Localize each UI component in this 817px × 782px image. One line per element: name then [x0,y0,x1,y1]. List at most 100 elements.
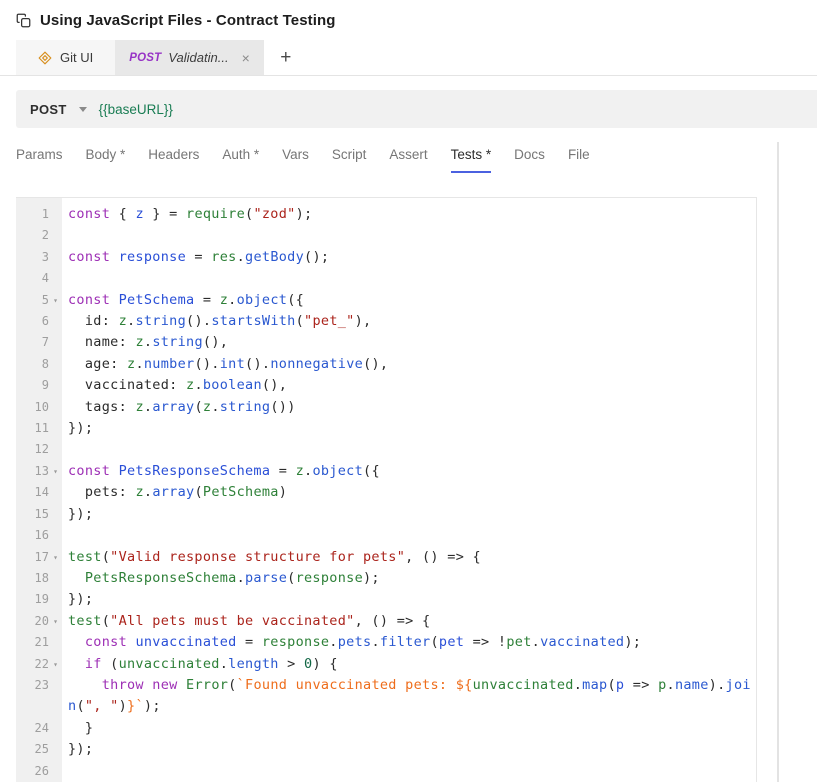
line-number: 8 [16,354,62,375]
tab-request-label: Validatin... [168,50,228,65]
collection-copy-icon [16,13,31,28]
tab-auth[interactable]: Auth * [222,147,259,173]
method-selector[interactable]: POST [30,102,67,117]
tab-collection-label: Git UI [60,50,93,65]
line-number: 11 [16,418,62,439]
code-text[interactable]: }); [62,739,756,760]
code-text[interactable]: throw new Error(`Found unvaccinated pets… [62,675,756,718]
code-line-2: 2 [16,225,756,246]
tab-body[interactable]: Body * [86,147,126,173]
code-text[interactable]: pets: z.array(PetSchema) [62,482,756,503]
line-number: 5▾ [16,290,62,311]
code-line-17: 17▾test("Valid response structure for pe… [16,547,756,568]
code-line-12: 12 [16,439,756,460]
code-text[interactable]: }); [62,504,756,525]
code-line-1: 1const { z } = require("zod"); [16,204,756,225]
line-number: 22▾ [16,654,62,675]
code-text[interactable]: const PetsResponseSchema = z.object({ [62,461,756,482]
code-line-6: 6 id: z.string().startsWith("pet_"), [16,311,756,332]
line-number: 14 [16,482,62,503]
line-number: 24 [16,718,62,739]
line-number: 9 [16,375,62,396]
code-text[interactable]: if (unvaccinated.length > 0) { [62,654,756,675]
tab-params[interactable]: Params [16,147,63,173]
fold-arrow-icon[interactable]: ▾ [49,547,62,568]
code-text[interactable]: const PetSchema = z.object({ [62,290,756,311]
line-number: 19 [16,589,62,610]
new-tab-button[interactable]: + [264,40,308,75]
code-text[interactable]: age: z.number().int().nonnegative(), [62,354,756,375]
fold-arrow-icon[interactable]: ▾ [49,654,62,675]
line-number: 21 [16,632,62,653]
line-number: 26 [16,761,62,782]
line-number: 4 [16,268,62,289]
line-number: 20▾ [16,611,62,632]
code-editor[interactable]: 1const { z } = require("zod");23const re… [16,197,757,782]
code-line-11: 11}); [16,418,756,439]
tab-file[interactable]: File [568,147,590,173]
code-line-19: 19}); [16,589,756,610]
code-line-3: 3const response = res.getBody(); [16,247,756,268]
code-text[interactable]: tags: z.array(z.string()) [62,397,756,418]
pane-splitter-handle[interactable] [777,142,779,782]
code-line-26: 26 [16,761,756,782]
close-tab-icon[interactable]: × [242,51,250,65]
tab-strip: Git UI POST Validatin... × + [0,40,817,76]
chevron-down-icon[interactable] [79,107,87,112]
line-number: 16 [16,525,62,546]
line-number: 25 [16,739,62,760]
code-text[interactable]: id: z.string().startsWith("pet_"), [62,311,756,332]
code-text[interactable] [62,439,756,460]
tab-headers[interactable]: Headers [148,147,199,173]
tab-collection-git-ui[interactable]: Git UI [16,40,115,75]
code-line-23: 23 throw new Error(`Found unvaccinated p… [16,675,756,718]
fold-arrow-icon[interactable]: ▾ [49,290,62,311]
code-line-22: 22▾ if (unvaccinated.length > 0) { [16,654,756,675]
code-text[interactable]: vaccinated: z.boolean(), [62,375,756,396]
code-line-10: 10 tags: z.array(z.string()) [16,397,756,418]
request-section-tabs: Params Body * Headers Auth * Vars Script Asser… [16,147,590,173]
tab-script[interactable]: Script [332,147,367,173]
code-text[interactable]: }); [62,589,756,610]
code-line-18: 18 PetsResponseSchema.parse(response); [16,568,756,589]
page-title: Using JavaScript Files - Contract Testin… [40,12,336,29]
code-text[interactable]: PetsResponseSchema.parse(response); [62,568,756,589]
line-number: 12 [16,439,62,460]
code-text[interactable]: const response = res.getBody(); [62,247,756,268]
code-text[interactable]: test("Valid response structure for pets"… [62,547,756,568]
tab-tests[interactable]: Tests * [451,147,492,173]
line-number: 17▾ [16,547,62,568]
code-line-8: 8 age: z.number().int().nonnegative(), [16,354,756,375]
fold-arrow-icon[interactable]: ▾ [49,461,62,482]
gem-icon [38,51,52,65]
code-line-24: 24 } [16,718,756,739]
line-number: 23 [16,675,62,718]
code-line-14: 14 pets: z.array(PetSchema) [16,482,756,503]
code-line-9: 9 vaccinated: z.boolean(), [16,375,756,396]
tab-vars[interactable]: Vars [282,147,309,173]
code-text[interactable]: } [62,718,756,739]
code-text[interactable]: }); [62,418,756,439]
code-text[interactable]: const { z } = require("zod"); [62,204,756,225]
line-number: 7 [16,332,62,353]
code-line-16: 16 [16,525,756,546]
code-text[interactable] [62,225,756,246]
code-text[interactable]: const unvaccinated = response.pets.filte… [62,632,756,653]
line-number: 18 [16,568,62,589]
code-line-4: 4 [16,268,756,289]
url-input[interactable]: {{baseURL}} [99,102,173,117]
code-text[interactable] [62,761,756,782]
code-lines: 1const { z } = require("zod");23const re… [16,198,756,782]
fold-arrow-icon[interactable]: ▾ [49,611,62,632]
tab-request-validating[interactable]: POST Validatin... × [115,40,264,75]
line-number: 6 [16,311,62,332]
code-text[interactable] [62,525,756,546]
code-line-20: 20▾test("All pets must be vaccinated", (… [16,611,756,632]
code-text[interactable]: name: z.string(), [62,332,756,353]
code-text[interactable] [62,268,756,289]
code-line-21: 21 const unvaccinated = response.pets.fi… [16,632,756,653]
tab-docs[interactable]: Docs [514,147,545,173]
code-text[interactable]: test("All pets must be vaccinated", () =… [62,611,756,632]
tab-assert[interactable]: Assert [389,147,427,173]
line-number: 2 [16,225,62,246]
